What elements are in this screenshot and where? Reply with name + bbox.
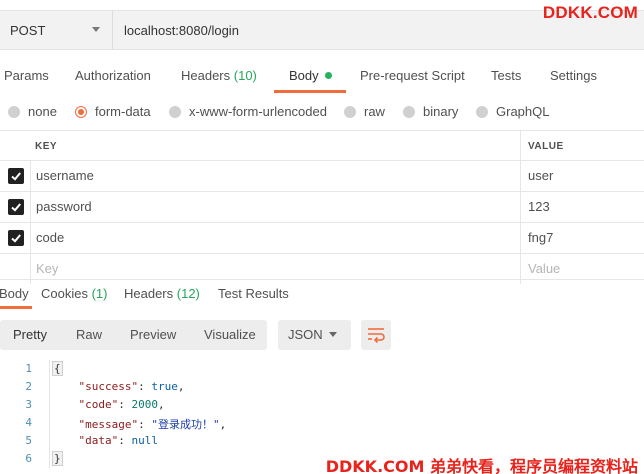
request-tabs: Params Authorization Headers (10) Body P…	[0, 60, 644, 92]
active-tab-indicator	[274, 90, 346, 93]
method-select[interactable]: POST	[0, 11, 113, 49]
response-tabs: Body Cookies (1) Headers (12) Test Resul…	[0, 282, 644, 310]
chevron-down-icon	[329, 332, 337, 337]
radio-selected-icon	[75, 105, 87, 118]
new-key-input[interactable]: Key	[36, 261, 58, 276]
view-mode-group: Pretty Raw Preview Visualize	[0, 320, 267, 350]
format-label: JSON	[288, 327, 323, 342]
check-icon	[11, 172, 21, 181]
watermark-bottom: DDKK.COM 弟弟快看，程序员编程资料站	[325, 457, 638, 474]
code-line: "success": true,	[78, 380, 185, 393]
wrap-lines-icon	[368, 328, 385, 343]
table-header: KEY VALUE	[0, 130, 644, 161]
radio-icon	[476, 105, 488, 118]
response-headers-count: (12)	[176, 286, 200, 301]
body-type-binary[interactable]: binary	[403, 104, 458, 119]
view-preview[interactable]: Preview	[130, 327, 176, 342]
tab-authorization[interactable]: Authorization	[75, 68, 151, 83]
row-value[interactable]: 123	[528, 199, 550, 214]
body-type-raw[interactable]: raw	[344, 104, 385, 119]
headers-count: (10)	[233, 68, 257, 83]
view-visualize[interactable]: Visualize	[204, 327, 256, 342]
column-header-value: VALUE	[528, 141, 564, 152]
url-input[interactable]: localhost:8080/login	[124, 11, 239, 49]
column-divider	[520, 130, 521, 284]
table-row: password 123	[0, 192, 644, 223]
code-line: }	[52, 451, 63, 466]
radio-icon	[403, 105, 415, 118]
method-label: POST	[10, 22, 46, 38]
body-type-form-data[interactable]: form-data	[75, 104, 151, 119]
response-tab-body[interactable]: Body	[0, 286, 29, 301]
row-checkbox[interactable]	[8, 230, 24, 246]
radio-icon	[169, 105, 181, 118]
code-line: "data": null	[78, 434, 159, 447]
response-tab-headers[interactable]: Headers (12)	[124, 286, 200, 301]
body-type-urlencoded[interactable]: x-www-form-urlencoded	[169, 104, 327, 119]
tab-pre-request-script[interactable]: Pre-request Script	[360, 68, 465, 83]
line-number: 1	[25, 362, 32, 375]
code-line: {	[52, 361, 63, 376]
chevron-down-icon	[92, 27, 100, 32]
row-value[interactable]: fng7	[528, 230, 553, 245]
tab-settings[interactable]: Settings	[550, 68, 597, 83]
new-value-input[interactable]: Value	[528, 261, 560, 276]
active-tab-indicator	[0, 306, 32, 309]
tab-body[interactable]: Body	[289, 68, 332, 83]
view-raw[interactable]: Raw	[76, 327, 102, 342]
format-select[interactable]: JSON	[278, 320, 351, 350]
line-number: 4	[25, 416, 32, 429]
line-number: 6	[25, 452, 32, 465]
line-number: 5	[25, 434, 32, 447]
check-icon	[11, 203, 21, 212]
tab-tests[interactable]: Tests	[491, 68, 521, 83]
radio-icon	[344, 105, 356, 118]
brace-open: {	[52, 361, 63, 376]
body-type-graphql[interactable]: GraphQL	[476, 104, 549, 119]
row-checkbox[interactable]	[8, 168, 24, 184]
column-header-key: KEY	[35, 141, 58, 152]
table-row: username user	[0, 161, 644, 192]
brace-close: }	[52, 451, 63, 466]
radio-icon	[8, 105, 20, 118]
view-pretty[interactable]: Pretty	[13, 327, 47, 342]
row-key[interactable]: password	[36, 199, 92, 214]
line-number: 3	[25, 398, 32, 411]
code-line: "code": 2000,	[78, 398, 165, 411]
table-row: code fng7	[0, 223, 644, 254]
table-row-new: Key Value	[0, 254, 644, 285]
tab-params[interactable]: Params	[4, 68, 49, 83]
body-type-selector: none form-data x-www-form-urlencoded raw…	[0, 104, 644, 124]
wrap-lines-button[interactable]	[361, 320, 391, 350]
response-tab-cookies[interactable]: Cookies (1)	[41, 286, 107, 301]
row-key[interactable]: username	[36, 168, 94, 183]
row-checkbox[interactable]	[8, 199, 24, 215]
line-number: 2	[25, 380, 32, 393]
response-tab-test-results[interactable]: Test Results	[218, 286, 289, 301]
cookies-count: (1)	[91, 286, 108, 301]
divider	[0, 279, 644, 280]
check-icon	[11, 234, 21, 243]
body-type-none[interactable]: none	[8, 104, 57, 119]
modified-dot-icon	[324, 72, 332, 79]
row-key[interactable]: code	[36, 230, 64, 245]
row-value[interactable]: user	[528, 168, 553, 183]
gutter-divider	[49, 360, 50, 468]
tab-headers[interactable]: Headers (10)	[181, 68, 257, 83]
column-divider	[30, 160, 31, 284]
watermark-top: DDKK.COM	[542, 3, 638, 22]
code-line: "message": "登录成功！",	[78, 418, 227, 431]
